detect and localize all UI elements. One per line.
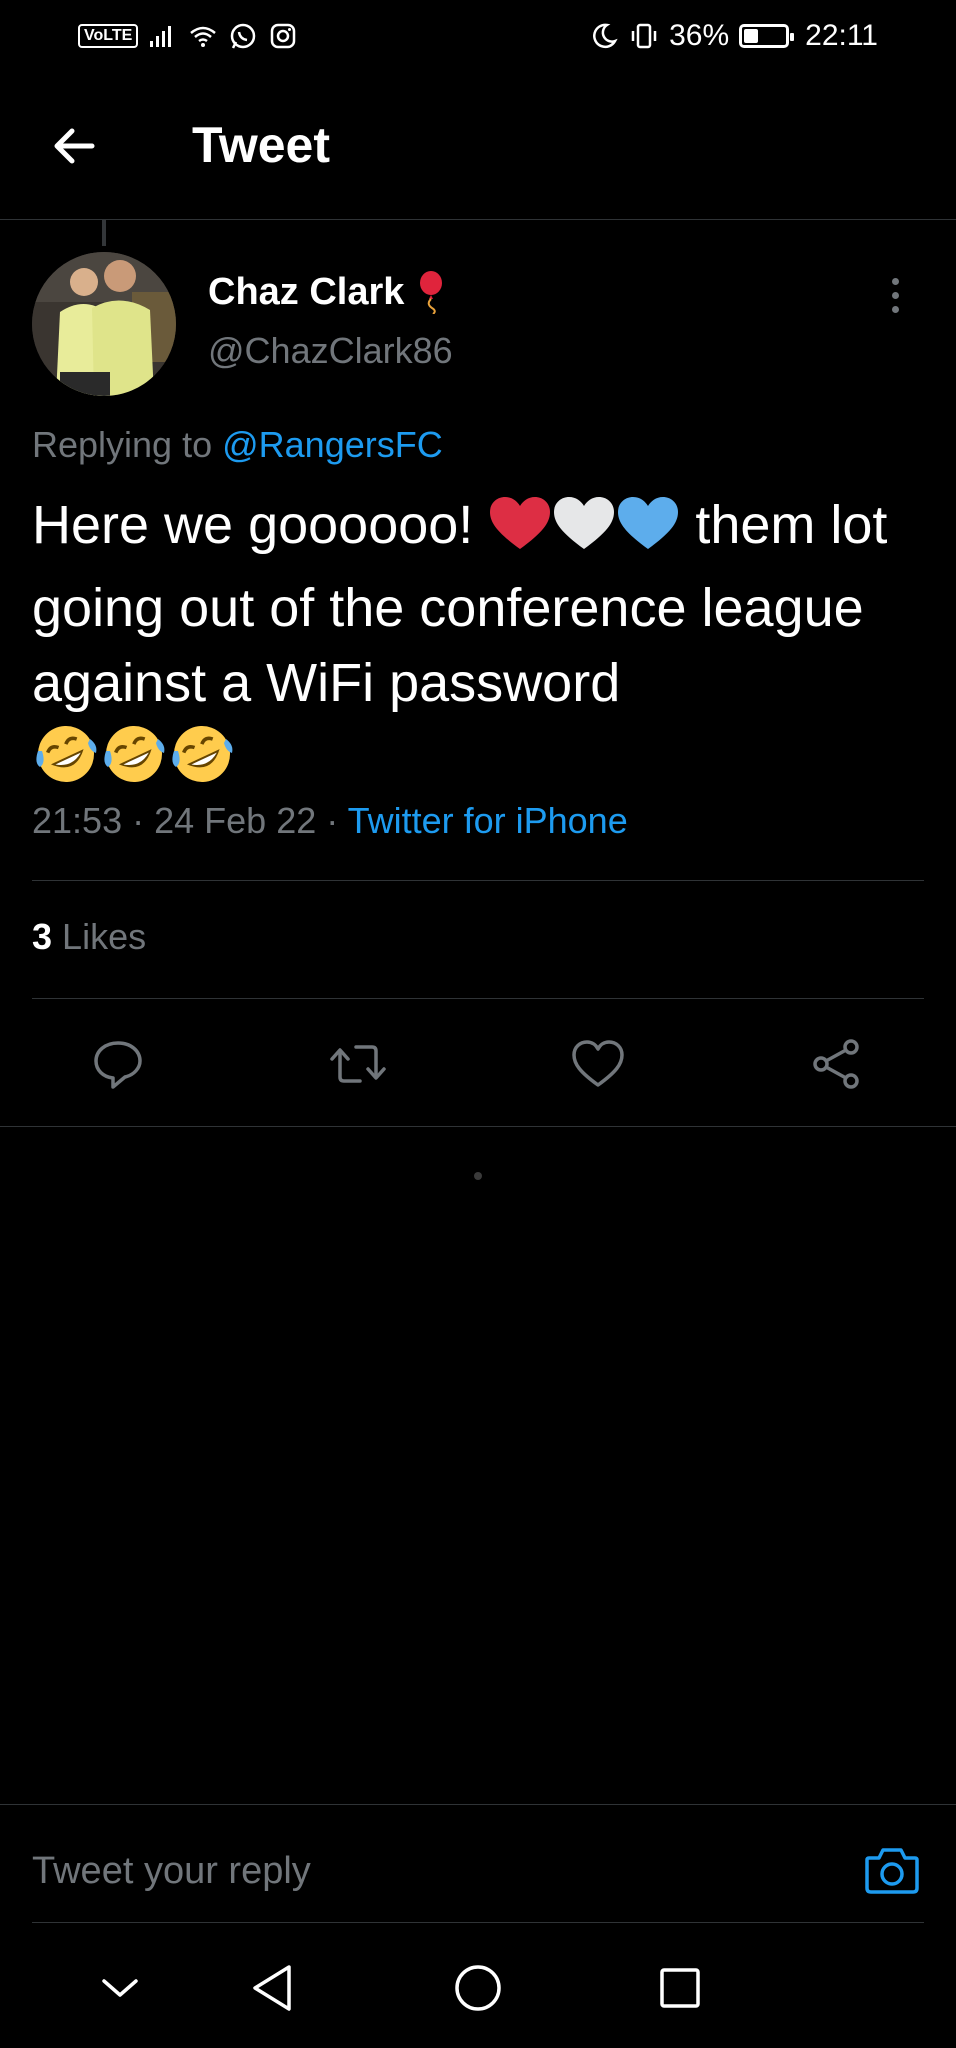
author-name-text: Chaz Clark <box>208 270 405 313</box>
more-dot-icon <box>891 291 899 299</box>
retweet-icon <box>330 1045 386 1083</box>
likes-count: 3 <box>32 916 53 957</box>
tweet-text-part1: Here we goooooo! <box>32 495 474 555</box>
reply-input[interactable] <box>32 1836 852 1906</box>
more-options-button[interactable] <box>880 270 910 320</box>
white-heart-icon <box>552 495 616 571</box>
likes-label: Likes <box>62 916 147 957</box>
battery-fill <box>744 29 759 43</box>
tweet-actions <box>0 1010 956 1120</box>
red-heart-icon <box>488 495 552 571</box>
author-name[interactable]: Chaz Clark <box>208 270 444 314</box>
nav-recents-button[interactable] <box>650 1958 710 2018</box>
meta-separator: · <box>132 800 155 841</box>
balloon-icon <box>420 271 443 314</box>
back-button[interactable] <box>42 118 106 174</box>
status-bar: VoLTE 36% 22:11 <box>0 0 956 72</box>
top-app-bar: Tweet <box>0 72 956 220</box>
status-bar-right: 36% 22:11 <box>589 19 878 53</box>
thread-connector <box>102 220 106 246</box>
retweet-button[interactable] <box>328 1034 388 1094</box>
blue-heart-icon <box>616 495 680 571</box>
vibrate-icon <box>631 23 657 49</box>
heart-outline-icon <box>572 1040 624 1087</box>
more-dot-icon <box>891 305 899 313</box>
divider <box>32 998 924 999</box>
circle-home-icon <box>455 1965 501 2011</box>
reply-button[interactable] <box>88 1034 148 1094</box>
arrow-left-icon <box>54 128 95 164</box>
tweet-time: 21:53 <box>32 800 123 841</box>
author-handle[interactable]: @ChazClark86 <box>208 330 453 372</box>
replying-mention-link[interactable]: @RangersFC <box>222 424 443 465</box>
wifi-icon <box>190 26 217 47</box>
chevron-down-icon <box>102 1979 138 1997</box>
nav-collapse-button[interactable] <box>90 1958 150 2018</box>
divider <box>0 1804 956 1805</box>
battery-icon <box>739 24 795 48</box>
nav-home-button[interactable] <box>448 1958 508 2018</box>
signal-icon <box>150 26 172 47</box>
whatsapp-icon <box>231 23 256 49</box>
nav-back-button[interactable] <box>242 1958 302 2018</box>
likes-summary[interactable]: 3 Likes <box>32 916 146 958</box>
avatar[interactable] <box>32 252 176 396</box>
moon-icon <box>593 23 618 49</box>
volte-badge: VoLTE <box>78 24 139 48</box>
divider <box>0 1126 956 1127</box>
camera-button[interactable] <box>862 1842 922 1898</box>
instagram-icon <box>271 23 296 49</box>
tweet-date: 24 Feb 22 <box>154 800 317 841</box>
avatar-image <box>32 252 176 396</box>
meta-separator: · <box>326 800 348 841</box>
camera-icon <box>865 1848 919 1894</box>
loading-indicator <box>474 1172 482 1180</box>
rofl-emoji-icon <box>100 721 168 807</box>
divider <box>32 1922 924 1923</box>
triangle-back-icon <box>253 1965 291 2011</box>
more-dot-icon <box>891 277 899 285</box>
share-icon <box>813 1039 859 1089</box>
rofl-emoji-icon <box>168 721 236 807</box>
page-title: Tweet <box>192 117 330 173</box>
status-time: 22:11 <box>805 19 878 52</box>
tweet-meta: 21:53 · 24 Feb 22 · Twitter for iPhone <box>32 800 628 842</box>
system-nav-bar <box>0 1930 956 2048</box>
rofl-emoji-icon <box>32 721 100 807</box>
status-bar-left: VoLTE <box>78 21 298 51</box>
battery-percent: 36% <box>669 19 730 52</box>
like-button[interactable] <box>568 1034 628 1094</box>
reply-icon <box>94 1041 142 1089</box>
replying-to: Replying to @RangersFC <box>32 424 443 466</box>
tweet-source-link[interactable]: Twitter for iPhone <box>348 800 628 841</box>
replying-prefix: Replying to <box>32 424 223 465</box>
tweet-text: Here we goooooo! them lot going out of t… <box>32 488 922 807</box>
divider <box>32 880 924 881</box>
share-button[interactable] <box>806 1034 866 1094</box>
square-recents-icon <box>660 1968 700 2008</box>
